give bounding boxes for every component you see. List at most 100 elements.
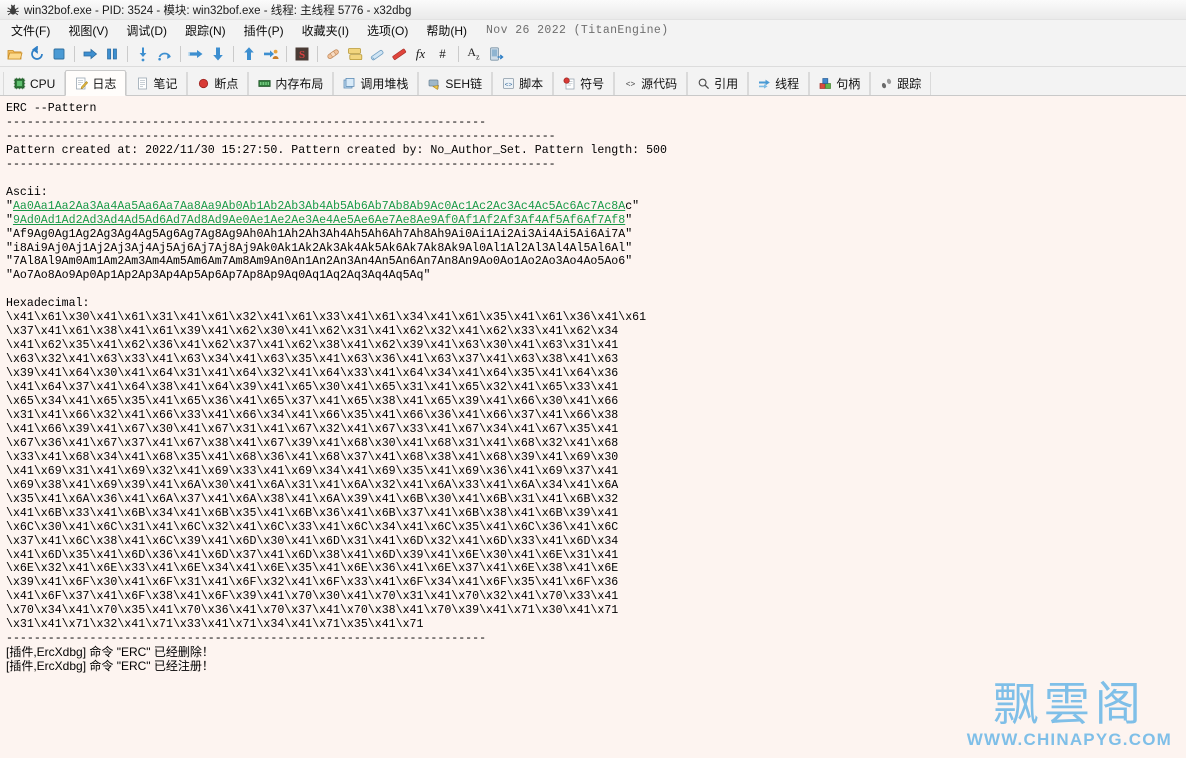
tab-cpu[interactable]: CPU bbox=[3, 72, 66, 95]
tab-threads[interactable]: 线程 bbox=[748, 72, 810, 95]
threads-icon bbox=[758, 77, 771, 90]
references-icon bbox=[697, 77, 710, 90]
tab-trace[interactable]: 跟踪 bbox=[870, 72, 932, 95]
menu-bar: 文件(F) 视图(V) 调试(D) 跟踪(N) 插件(P) 收藏夹(I) 选项(… bbox=[0, 20, 1186, 41]
menu-favourites[interactable]: 收藏夹(I) bbox=[293, 20, 358, 41]
seh-chain-icon: ! bbox=[428, 77, 441, 91]
step-into-icon[interactable] bbox=[132, 43, 153, 64]
breakpoint-icon bbox=[197, 77, 210, 90]
pattern-link[interactable]: Aa0Aa1Aa2Aa3Aa4Aa5Aa6Aa7Aa8Aa9Ab0Ab1Ab2A… bbox=[13, 200, 625, 213]
scylla-icon[interactable]: S bbox=[291, 43, 312, 64]
log-window-icon[interactable] bbox=[344, 43, 365, 64]
execute-till-return-icon[interactable] bbox=[238, 43, 259, 64]
tab-label: 脚本 bbox=[519, 77, 544, 91]
watermark-chinese: 飘雲阁 bbox=[992, 677, 1146, 731]
log-line: Ascii: bbox=[6, 185, 48, 199]
tab-memory-map[interactable]: 内存布局 bbox=[248, 72, 334, 95]
menu-trace[interactable]: 跟踪(N) bbox=[176, 20, 235, 41]
attach-icon[interactable] bbox=[485, 43, 506, 64]
title-bar: win32bof.exe - PID: 3524 - 模块: win32bof.… bbox=[0, 0, 1186, 20]
log-line: \x41\x62\x35\x41\x62\x36\x41\x62\x37\x41… bbox=[6, 339, 619, 353]
svg-text:<>: <> bbox=[505, 81, 513, 88]
pattern-link[interactable]: 9Ad0Ad1Ad2Ad3Ad4Ad5Ad6Ad7Ad8Ad9Ae0Ae1Ae2… bbox=[13, 214, 625, 227]
tab-breakpoints[interactable]: 断点 bbox=[187, 72, 249, 95]
log-line: \x63\x32\x41\x63\x33\x41\x63\x34\x41\x63… bbox=[6, 353, 619, 367]
tab-label: CPU bbox=[30, 76, 56, 91]
menu-view[interactable]: 视图(V) bbox=[59, 20, 117, 41]
log-quote: " bbox=[6, 213, 13, 227]
font-icon[interactable]: Az bbox=[463, 43, 484, 64]
tab-symbols[interactable]: 符号 bbox=[553, 72, 615, 95]
log-line: ----------------------------------------… bbox=[6, 129, 556, 143]
log-line: \x41\x64\x37\x41\x64\x38\x41\x64\x39\x41… bbox=[6, 381, 619, 395]
tab-source[interactable]: <> 源代码 bbox=[614, 72, 688, 95]
notes-icon bbox=[136, 77, 149, 90]
log-line: \x41\x6F\x37\x41\x6F\x38\x41\x6F\x39\x41… bbox=[6, 590, 619, 604]
call-stack-icon bbox=[343, 77, 356, 90]
trace-over-icon[interactable] bbox=[207, 43, 228, 64]
log-line: "Af9Ag0Ag1Ag2Ag3Ag4Ag5Ag6Ag7Ag8Ag9Ah0Ah1… bbox=[6, 227, 633, 241]
menu-debug[interactable]: 调试(D) bbox=[117, 20, 176, 41]
tab-references[interactable]: 引用 bbox=[687, 72, 749, 95]
patch-icon[interactable] bbox=[322, 43, 343, 64]
log-line: \x41\x66\x39\x41\x67\x30\x41\x67\x31\x41… bbox=[6, 422, 619, 436]
restart-icon[interactable] bbox=[26, 43, 47, 64]
tab-seh-chain[interactable]: ! SEH链 bbox=[418, 72, 493, 95]
stop-icon[interactable] bbox=[48, 43, 69, 64]
handles-icon bbox=[819, 77, 832, 90]
execute-till-user-code-icon[interactable] bbox=[260, 43, 281, 64]
log-line: \x37\x41\x6C\x38\x41\x6C\x39\x41\x6D\x30… bbox=[6, 534, 619, 548]
toolbar-separator bbox=[458, 45, 459, 62]
log-line: \x31\x41\x66\x32\x41\x66\x33\x41\x66\x34… bbox=[6, 408, 619, 422]
menu-plugins[interactable]: 插件(P) bbox=[235, 20, 293, 41]
log-line: [插件,ErcXdbg] 命令 "ERC" 已经注册！ bbox=[6, 659, 214, 674]
run-icon[interactable] bbox=[79, 43, 100, 64]
menu-options[interactable]: 选项(O) bbox=[358, 20, 417, 41]
log-line: \x41\x6D\x35\x41\x6D\x36\x41\x6D\x37\x41… bbox=[6, 548, 619, 562]
function-icon[interactable]: fx bbox=[410, 43, 431, 64]
step-over-icon[interactable] bbox=[154, 43, 175, 64]
tab-label: 内存布局 bbox=[275, 77, 324, 91]
window-title: win32bof.exe - PID: 3524 - 模块: win32bof.… bbox=[24, 4, 412, 17]
log-line: Pattern created at: 2022/11/30 15:27:50.… bbox=[6, 143, 667, 157]
log-line: \x39\x41\x6F\x30\x41\x6F\x31\x41\x6F\x32… bbox=[6, 576, 619, 590]
tab-label: 线程 bbox=[775, 77, 800, 91]
tab-label: 断点 bbox=[214, 77, 239, 91]
bookmark-icon[interactable] bbox=[388, 43, 409, 64]
tab-notes[interactable]: 笔记 bbox=[126, 72, 188, 95]
tab-handles[interactable]: 句柄 bbox=[809, 72, 871, 95]
engine-version-label: Nov 26 2022 (TitanEngine) bbox=[486, 24, 669, 37]
menu-help[interactable]: 帮助(H) bbox=[417, 20, 476, 41]
log-line: \x69\x38\x41\x69\x39\x41\x6A\x30\x41\x6A… bbox=[6, 478, 619, 492]
toolbar-separator bbox=[286, 45, 287, 62]
symbols-icon bbox=[563, 77, 576, 90]
tab-label: 跟踪 bbox=[897, 77, 922, 91]
log-output-panel[interactable]: ERC --Pattern ---------------------------… bbox=[0, 96, 1186, 758]
toolbar-separator bbox=[233, 45, 234, 62]
source-icon: <> bbox=[624, 77, 637, 90]
svg-text:S: S bbox=[298, 49, 304, 61]
tab-label: 调用堆栈 bbox=[360, 77, 409, 91]
log-line: Hexadecimal: bbox=[6, 297, 90, 311]
menu-file[interactable]: 文件(F) bbox=[2, 20, 59, 41]
tab-log[interactable]: 日志 bbox=[65, 70, 127, 96]
trace-into-icon[interactable] bbox=[185, 43, 206, 64]
tab-call-stack[interactable]: 调用堆栈 bbox=[333, 72, 419, 95]
log-line: \x37\x41\x61\x38\x41\x61\x39\x41\x62\x30… bbox=[6, 325, 619, 339]
log-icon bbox=[75, 77, 89, 90]
memory-map-icon bbox=[258, 77, 271, 90]
log-line: \x35\x41\x6A\x36\x41\x6A\x37\x41\x6A\x38… bbox=[6, 492, 619, 506]
tab-script[interactable]: <> 脚本 bbox=[492, 72, 554, 95]
watermark: 飘雲阁 WWW.CHINAPYG.COM bbox=[967, 678, 1172, 750]
log-line: \x33\x41\x68\x34\x41\x68\x35\x41\x68\x36… bbox=[6, 450, 619, 464]
pause-icon[interactable] bbox=[101, 43, 122, 64]
log-quote: " bbox=[625, 213, 633, 227]
log-quote: c" bbox=[625, 199, 640, 213]
toolbar: S fx # Az bbox=[0, 41, 1186, 67]
open-file-icon[interactable] bbox=[4, 43, 25, 64]
log-line: \x70\x34\x41\x70\x35\x41\x70\x36\x41\x70… bbox=[6, 604, 619, 618]
label-icon[interactable]: # bbox=[432, 43, 453, 64]
comment-icon[interactable] bbox=[366, 43, 387, 64]
cpu-icon bbox=[13, 77, 26, 90]
log-line: "Aa0Aa1Aa2Aa3Aa4Aa5Aa6Aa7Aa8Aa9Ab0Ab1Ab2… bbox=[6, 200, 1186, 214]
